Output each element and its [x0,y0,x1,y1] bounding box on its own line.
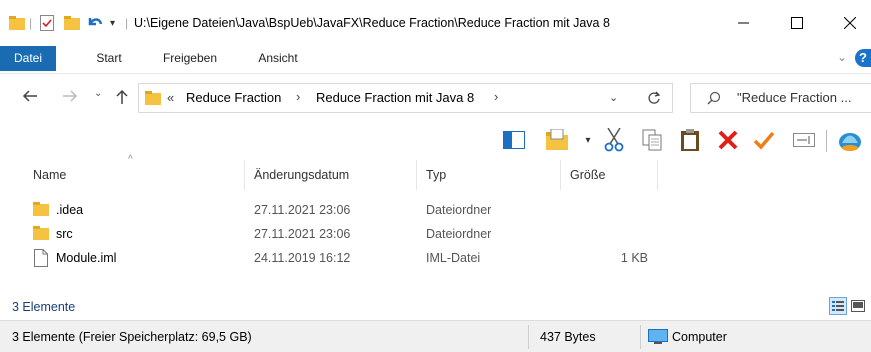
maximize-button[interactable] [774,6,820,40]
file-date: 27.11.2021 23:06 [254,227,351,241]
shell-icon[interactable] [836,126,864,154]
column-name[interactable]: Name [33,168,66,182]
file-date: 24.11.2019 16:12 [254,251,351,265]
close-button[interactable] [827,6,871,40]
file-name: src [56,227,73,241]
breadcrumb-chevron-icon[interactable]: › [494,89,498,104]
toolbar-separator [826,130,827,152]
file-type: Dateiordner [426,203,492,217]
file-row[interactable]: src 27.11.2021 23:06 Dateiordner [0,223,871,245]
new-folder-dropdown-icon[interactable]: ▾ [574,126,602,154]
file-date: 27.11.2021 23:06 [254,203,351,217]
tab-datei[interactable]: Datei [0,46,56,71]
file-size: 1 KB [620,251,648,265]
breadcrumb-chevron-icon[interactable]: › [296,89,300,104]
status-bar: 3 Elemente (Freier Speicherplatz: 69,5 G… [0,320,871,352]
recent-locations-icon[interactable]: ⌄ [94,88,102,99]
large-icons-view-icon[interactable] [849,297,867,315]
file-type: Dateiordner [426,227,492,241]
up-button[interactable] [115,89,129,110]
properties-icon[interactable] [40,12,54,34]
tab-freigeben[interactable]: Freigeben [150,46,230,71]
refresh-icon[interactable] [647,90,661,109]
help-button[interactable]: ? [855,49,871,67]
folder-icon [145,90,161,109]
status-summary: 3 Elemente (Freier Speicherplatz: 69,5 G… [12,330,252,344]
delete-icon[interactable] [714,126,742,154]
folder-icon [33,225,49,244]
column-divider[interactable] [657,160,658,190]
rename-icon[interactable] [790,126,818,154]
breadcrumb-reduce-fraction[interactable]: Reduce Fraction [186,90,281,105]
column-divider[interactable] [416,160,417,190]
status-location: Computer [672,330,727,344]
file-type: IML-Datei [426,251,481,265]
app-folder-icon [9,12,25,34]
item-count: 3 Elemente [12,300,76,314]
address-bar[interactable]: « Reduce Fraction › Reduce Fraction mit … [138,83,673,113]
column-type[interactable]: Typ [426,168,446,182]
sort-up-icon: ^ [128,154,133,165]
minimize-button[interactable] [721,6,767,40]
file-name: .idea [56,203,84,217]
status-separator [640,325,641,349]
breadcrumb-overflow[interactable]: « [167,90,174,105]
undo-icon[interactable] [86,12,104,34]
file-row[interactable]: .idea 27.11.2021 23:06 Dateiordner [0,199,871,221]
search-icon [707,91,721,108]
title-bar: | ▾ | U:\Eigene Dateien\Java\BspUeb\Java… [0,0,871,46]
checkmark-icon[interactable] [750,126,778,154]
column-size[interactable]: Größe [570,168,605,182]
column-divider[interactable] [244,160,245,190]
window-title: U:\Eigene Dateien\Java\BspUeb\JavaFX\Red… [134,16,610,30]
tab-start[interactable]: Start [84,46,134,71]
paste-icon[interactable] [676,126,704,154]
customize-qa-icon[interactable]: ▾ [110,12,115,34]
preview-pane-icon[interactable] [500,126,528,154]
file-icon [33,249,49,270]
search-placeholder: "Reduce Fraction ... [737,90,852,105]
expand-ribbon-icon[interactable]: ⌄ [837,50,847,64]
view-switcher [829,297,867,315]
tab-ansicht[interactable]: Ansicht [246,46,310,71]
forward-button[interactable] [62,89,78,108]
status-size: 437 Bytes [540,330,596,344]
copy-icon[interactable] [638,126,666,154]
breadcrumb-reduce-fraction-java8[interactable]: Reduce Fraction mit Java 8 [316,90,474,105]
back-button[interactable] [22,89,38,108]
column-divider[interactable] [560,160,561,190]
qa-separator: | [29,16,33,30]
column-date[interactable]: Änderungsdatum [254,168,349,182]
cut-icon[interactable] [600,126,628,154]
new-folder-icon[interactable] [64,12,80,34]
file-name: Module.iml [56,251,117,265]
navigation-bar: ⌄ « Reduce Fraction › Reduce Fraction mi… [0,73,871,120]
folder-icon [33,201,49,220]
status-separator [528,325,529,349]
address-dropdown-icon[interactable]: ⌄ [609,91,618,104]
file-row[interactable]: Module.iml 24.11.2019 16:12 IML-Datei 1 … [0,247,871,269]
search-box[interactable]: "Reduce Fraction ... [690,83,871,113]
computer-icon [648,329,668,348]
ribbon-tabs: Datei Start Freigeben Ansicht ⌄ ? [0,46,871,73]
details-view-icon[interactable] [829,297,847,315]
new-folder-icon[interactable] [544,126,572,154]
qa-separator-2: | [125,16,129,30]
column-header: ^ Name Änderungsdatum Typ Größe [0,154,871,190]
